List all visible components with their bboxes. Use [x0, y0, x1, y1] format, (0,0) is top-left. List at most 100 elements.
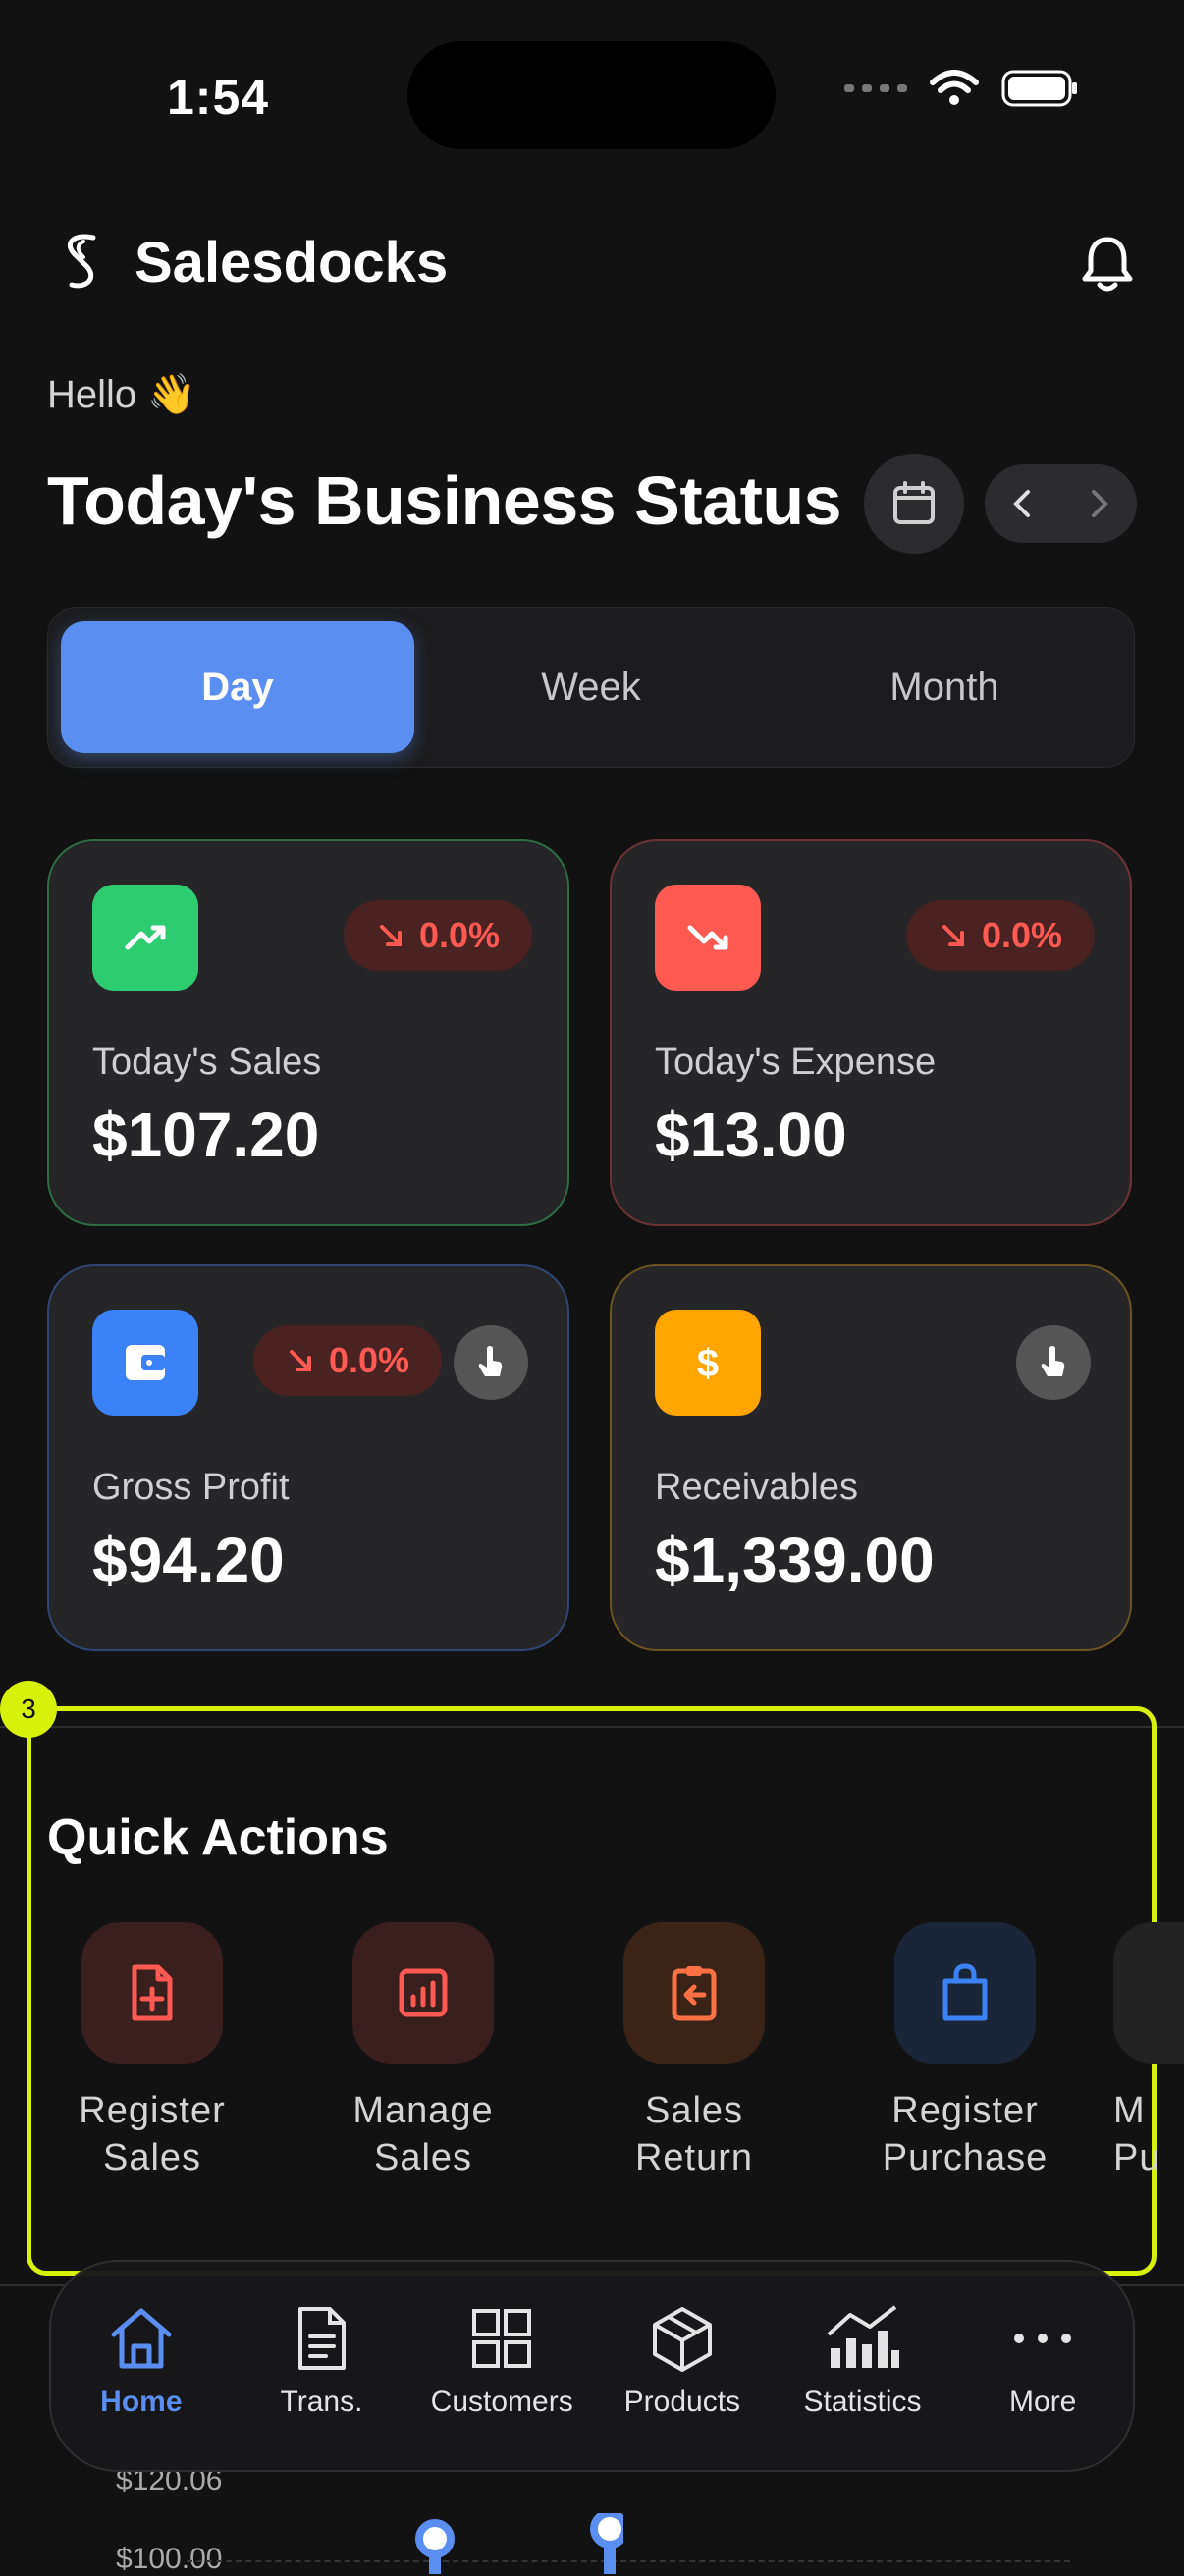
nav-statistics[interactable]: Statistics — [773, 2262, 953, 2470]
action-label-line2: Return — [634, 2137, 754, 2178]
status-icons — [844, 69, 1080, 108]
nav-more[interactable]: More — [952, 2262, 1133, 2470]
card-label: Today's Expense — [655, 1042, 937, 1083]
action-label-line1: Register — [891, 2090, 1039, 2131]
tap-hint-button[interactable] — [454, 1325, 528, 1400]
card-label: Gross Profit — [92, 1467, 290, 1508]
nav-label: More — [1009, 2386, 1077, 2418]
expense-card[interactable]: 0.0% Today's Expense $13.00 — [610, 839, 1132, 1226]
hand-pointer-icon — [1041, 1346, 1065, 1376]
calendar-icon — [893, 481, 935, 524]
clipboard-return-icon — [623, 1922, 765, 2064]
change-value: 0.0% — [328, 1340, 410, 1380]
chart-icon — [827, 2305, 899, 2368]
partial-icon — [1113, 1922, 1184, 2064]
dynamic-island — [407, 41, 776, 149]
home-icon — [111, 2308, 172, 2369]
chart-tick-label: $100.00 — [116, 2543, 223, 2575]
chart-gridline — [187, 2560, 1070, 2562]
card-value: $107.20 — [92, 1100, 320, 1170]
action-label-line1: Manage — [352, 2090, 494, 2131]
tap-hint-button[interactable] — [1016, 1325, 1091, 1400]
period-tabs: Day Week Month — [47, 607, 1135, 768]
app-name: Salesdocks — [135, 230, 449, 295]
card-label: Receivables — [655, 1467, 858, 1508]
action-label-line2: Pu — [1113, 2137, 1161, 2178]
register-sales-action[interactable]: Register Sales — [29, 1922, 275, 2181]
register-purchase-action[interactable]: Register Purchase — [842, 1922, 1088, 2181]
cube-icon — [652, 2307, 712, 2372]
card-value: $94.20 — [92, 1525, 285, 1595]
nav-trans[interactable]: Trans. — [232, 2262, 412, 2470]
dollar-icon: $ — [655, 1310, 761, 1416]
app-brand: Salesdocks — [54, 228, 448, 296]
battery-icon — [1001, 70, 1077, 107]
arrow-down-right-icon — [379, 925, 402, 946]
page-title: Today's Business Status — [47, 462, 842, 539]
nav-label: Trans. — [280, 2386, 363, 2418]
change-badge: 0.0% — [344, 900, 532, 971]
chart-point — [590, 2513, 623, 2549]
change-value: 0.0% — [981, 915, 1063, 955]
greeting: Hello 👋 — [47, 373, 197, 416]
file-plus-icon — [81, 1922, 223, 2064]
change-badge: 0.0% — [253, 1325, 442, 1396]
tab-month[interactable]: Month — [768, 621, 1121, 753]
action-label-line2: Purchase — [882, 2137, 1049, 2178]
document-icon — [297, 2307, 346, 2370]
hand-pointer-icon — [478, 1346, 503, 1376]
report-icon — [352, 1922, 494, 2064]
chart-bar — [429, 2552, 441, 2574]
arrow-down-right-icon — [942, 925, 964, 946]
chart-point — [415, 2519, 455, 2558]
logo-icon — [67, 234, 96, 289]
nav-label: Customers — [430, 2386, 573, 2418]
manage-sales-action[interactable]: Manage Sales — [300, 1922, 546, 2181]
grid-icon — [472, 2309, 532, 2368]
action-label-line1: M — [1113, 2090, 1146, 2131]
arrow-down-right-icon — [289, 1350, 311, 1371]
chevron-left-icon[interactable] — [1008, 486, 1038, 521]
nav-label: Products — [623, 2386, 741, 2418]
wallet-icon — [92, 1310, 198, 1416]
gross-profit-card[interactable]: 0.0% Gross Profit $94.20 — [47, 1264, 569, 1651]
nav-label: Home — [100, 2386, 183, 2418]
action-label-line1: Register — [79, 2090, 226, 2131]
chart-bar — [604, 2543, 616, 2574]
svg-text:$: $ — [697, 1342, 719, 1385]
action-label-line1: Sales — [644, 2090, 744, 2131]
sales-return-action[interactable]: Sales Return — [571, 1922, 817, 2181]
tab-week[interactable]: Week — [414, 621, 768, 753]
signal-icon — [844, 84, 907, 92]
nav-products[interactable]: Products — [592, 2262, 773, 2470]
change-value: 0.0% — [418, 915, 501, 955]
sales-card[interactable]: 0.0% Today's Sales $107.20 — [47, 839, 569, 1226]
tab-day[interactable]: Day — [61, 621, 414, 753]
bottom-navigation: Home Trans. Customers Products Statistic… — [49, 2260, 1135, 2472]
chart-markers — [415, 2513, 623, 2574]
quick-actions-title: Quick Actions — [47, 1809, 389, 1866]
chevron-right-icon[interactable] — [1084, 486, 1113, 521]
calendar-button[interactable] — [864, 454, 964, 554]
shopping-bag-icon — [894, 1922, 1036, 2064]
action-label-line2: Sales — [373, 2137, 473, 2178]
action-label-line2: Sales — [102, 2137, 202, 2178]
change-badge: 0.0% — [906, 900, 1095, 971]
trending-up-icon — [92, 885, 198, 991]
date-navigator — [985, 464, 1137, 543]
more-action-partial[interactable]: M Pu — [1113, 1922, 1184, 2181]
card-value: $1,339.00 — [655, 1525, 935, 1595]
receivables-card[interactable]: $ Receivables $1,339.00 — [610, 1264, 1132, 1651]
card-value: $13.00 — [655, 1100, 847, 1170]
nav-home[interactable]: Home — [51, 2262, 232, 2470]
trending-down-icon — [655, 885, 761, 991]
bell-icon — [1082, 237, 1133, 292]
nav-label: Statistics — [803, 2386, 922, 2418]
more-icon — [1014, 2334, 1072, 2343]
highlight-number-badge: 3 — [0, 1681, 57, 1738]
nav-customers[interactable]: Customers — [411, 2262, 592, 2470]
wifi-icon — [930, 70, 979, 105]
card-label: Today's Sales — [92, 1042, 322, 1083]
notification-button[interactable] — [1080, 234, 1135, 299]
status-time: 1:54 — [167, 70, 270, 125]
